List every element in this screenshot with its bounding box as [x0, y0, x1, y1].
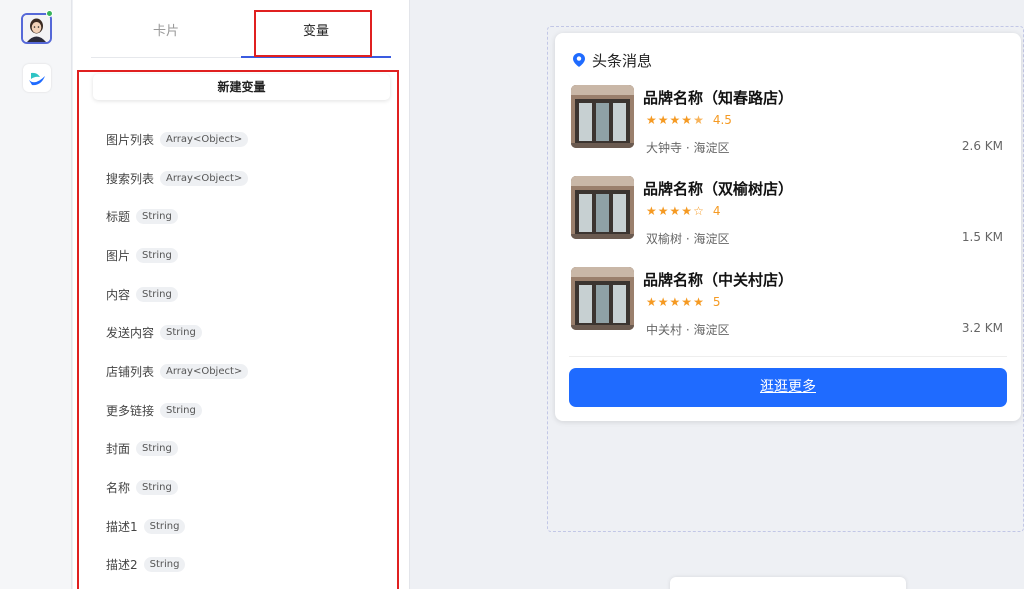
star-full-icon: ★ [681, 295, 693, 309]
variable-item[interactable]: 店铺列表 Array<Object> [106, 352, 386, 391]
star-rating: ★ ★ ★ ★ ★ 5 [646, 295, 720, 309]
variable-type-badge: String [143, 518, 186, 534]
shop-name: 品牌名称（知春路店） [643, 89, 794, 107]
variable-name: 搜索列表 [106, 171, 155, 186]
active-tab-indicator [241, 56, 391, 58]
star-full-icon: ★ [669, 295, 681, 309]
variable-name: 图片 [106, 248, 131, 263]
star-full-icon: ★ [669, 113, 681, 127]
shop-distance: 3.2 KM [961, 321, 1003, 335]
variable-name: 封面 [106, 442, 131, 457]
rating-value: 5 [712, 295, 721, 309]
star-full-icon: ★ [669, 204, 681, 218]
rating-value: 4.5 [712, 113, 732, 127]
variable-item[interactable]: 更多链接 String [106, 391, 386, 430]
shop-distance: 2.6 KM [961, 139, 1003, 153]
star-half-icon: ★ [693, 113, 704, 127]
shop-thumbnail [571, 176, 634, 239]
variable-item[interactable]: 内容 String [106, 275, 386, 314]
star-rating: ★ ★ ★ ★ ★ 4.5 [646, 113, 732, 127]
variable-type-badge: String [136, 441, 178, 457]
variable-type-badge: String [136, 247, 178, 263]
variable-type-badge: String [136, 480, 178, 496]
variable-name: 描述2 [106, 558, 138, 573]
variable-item[interactable]: 发送内容 String [106, 313, 386, 352]
variable-name: 描述1 [106, 519, 138, 534]
card-header: 头条消息 [573, 49, 652, 71]
variable-type-badge: Array<Object> [160, 131, 249, 147]
variable-name: 更多链接 [106, 403, 155, 418]
variable-type-badge: Array<Object> [160, 363, 249, 379]
star-full-icon: ★ [646, 204, 657, 218]
card-header-title: 头条消息 [592, 51, 653, 70]
variable-name: 标题 [106, 210, 131, 225]
shop-thumbnail [571, 267, 634, 330]
variable-type-badge: Array<Object> [160, 170, 249, 186]
panel-tabs: 卡片 变量 [91, 8, 391, 58]
bottom-toolbar [670, 577, 906, 589]
shop-distance: 1.5 KM [961, 230, 1003, 244]
tab-cards[interactable]: 卡片 [91, 8, 241, 56]
variable-name: 店铺列表 [106, 364, 155, 379]
variable-name: 图片列表 [106, 132, 155, 147]
variable-type-badge: String [143, 557, 186, 573]
variable-type-badge: String [136, 286, 178, 302]
variable-type-badge: String [160, 325, 202, 341]
variable-item[interactable]: 图片 String [106, 236, 386, 275]
left-rail [0, 0, 72, 589]
shop-name: 品牌名称（双榆树店） [643, 180, 794, 198]
rating-value: 4 [712, 204, 721, 218]
shop-item[interactable]: 品牌名称（中关村店） ★ ★ ★ ★ ★ 5 中关村 · 海淀区 3.2 KM [571, 267, 1003, 347]
star-empty-icon: ☆ [693, 204, 704, 218]
star-full-icon: ★ [681, 204, 693, 218]
star-full-icon: ★ [657, 113, 669, 127]
star-full-icon: ★ [657, 204, 669, 218]
variable-type-badge: String [160, 402, 202, 418]
variable-item[interactable]: 名称 String [106, 468, 386, 507]
variable-item[interactable]: 标题 String [106, 197, 386, 236]
shop-thumbnail [571, 85, 634, 148]
variable-item[interactable]: 封面 String [106, 430, 386, 469]
message-card: 头条消息 品牌名称（知春路店） ★ ★ ★ ★ ★ 4.5 大钟寺 · 海淀区 2.6 KM 品牌… [555, 33, 1021, 421]
variable-item[interactable]: 搜索列表 Array<Object> [106, 159, 386, 198]
browse-more-button[interactable]: 逛逛更多 [569, 368, 1007, 407]
shop-name: 品牌名称（中关村店） [643, 271, 794, 289]
star-full-icon: ★ [657, 295, 669, 309]
card-divider [569, 356, 1007, 357]
variable-item[interactable]: 图片列表 Array<Object> [106, 120, 386, 159]
star-full-icon: ★ [646, 295, 657, 309]
app-logo-icon[interactable] [23, 64, 51, 92]
variable-list: 图片列表 Array<Object> 搜索列表 Array<Object> 标题 Stri… [106, 120, 386, 584]
shop-address: 双榆树 · 海淀区 [646, 232, 730, 246]
variable-type-badge: String [136, 209, 178, 225]
star-full-icon: ★ [646, 113, 657, 127]
new-variable-button[interactable]: 新建变量 [93, 74, 390, 100]
shop-item[interactable]: 品牌名称（双榆树店） ★ ★ ★ ★ ☆ 4 双榆树 · 海淀区 1.5 KM [571, 176, 1003, 256]
online-status-dot [46, 10, 53, 17]
variable-item[interactable]: 描述2 String [106, 546, 386, 585]
star-full-icon: ★ [681, 113, 693, 127]
shop-item[interactable]: 品牌名称（知春路店） ★ ★ ★ ★ ★ 4.5 大钟寺 · 海淀区 2.6 KM [571, 85, 1003, 165]
star-rating: ★ ★ ★ ★ ☆ 4 [646, 204, 720, 218]
shop-address: 大钟寺 · 海淀区 [646, 141, 730, 155]
variable-item[interactable]: 描述1 String [106, 507, 386, 546]
user-avatar-icon[interactable] [21, 13, 52, 44]
shop-address: 中关村 · 海淀区 [646, 323, 730, 337]
tab-variables[interactable]: 变量 [241, 8, 391, 56]
star-full-icon: ★ [693, 295, 704, 309]
variable-name: 名称 [106, 481, 131, 496]
variable-name: 内容 [106, 287, 131, 302]
location-pin-icon [573, 53, 585, 67]
variable-name: 发送内容 [106, 326, 155, 341]
